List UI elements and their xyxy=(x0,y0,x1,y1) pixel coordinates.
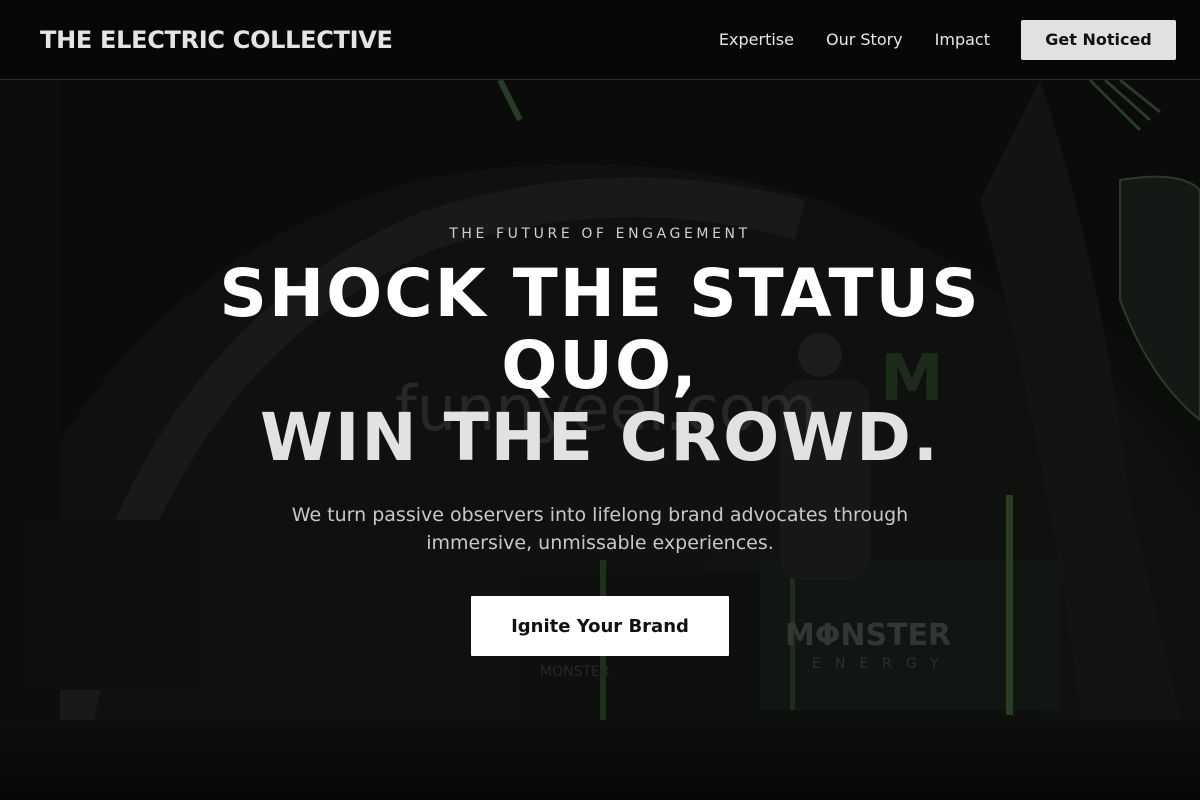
brand-logo[interactable]: THE ELECTRIC COLLECTIVE xyxy=(40,26,393,54)
headline-line-2: WIN THE CROWD. xyxy=(260,399,940,476)
landing-page: funnyeel.com M MΦNSTER ENERGY MONSTER TH… xyxy=(0,0,1200,800)
site-header: THE ELECTRIC COLLECTIVE Expertise Our St… xyxy=(0,0,1200,80)
headline-line-1: SHOCK THE STATUS QUO, xyxy=(219,255,981,404)
hero-section: THE FUTURE OF ENGAGEMENT SHOCK THE STATU… xyxy=(0,80,1200,800)
get-noticed-button[interactable]: Get Noticed xyxy=(1021,19,1176,60)
nav-link-impact[interactable]: Impact xyxy=(935,30,990,49)
nav-link-our-story[interactable]: Our Story xyxy=(826,30,903,49)
main-nav: Expertise Our Story Impact Get Noticed xyxy=(719,19,1176,60)
hero-headline: SHOCK THE STATUS QUO, WIN THE CROWD. xyxy=(150,258,1050,474)
ignite-your-brand-button[interactable]: Ignite Your Brand xyxy=(471,596,729,656)
nav-link-expertise[interactable]: Expertise xyxy=(719,30,794,49)
hero-eyebrow: THE FUTURE OF ENGAGEMENT xyxy=(449,226,751,242)
hero-subtext: We turn passive observers into lifelong … xyxy=(291,504,909,554)
